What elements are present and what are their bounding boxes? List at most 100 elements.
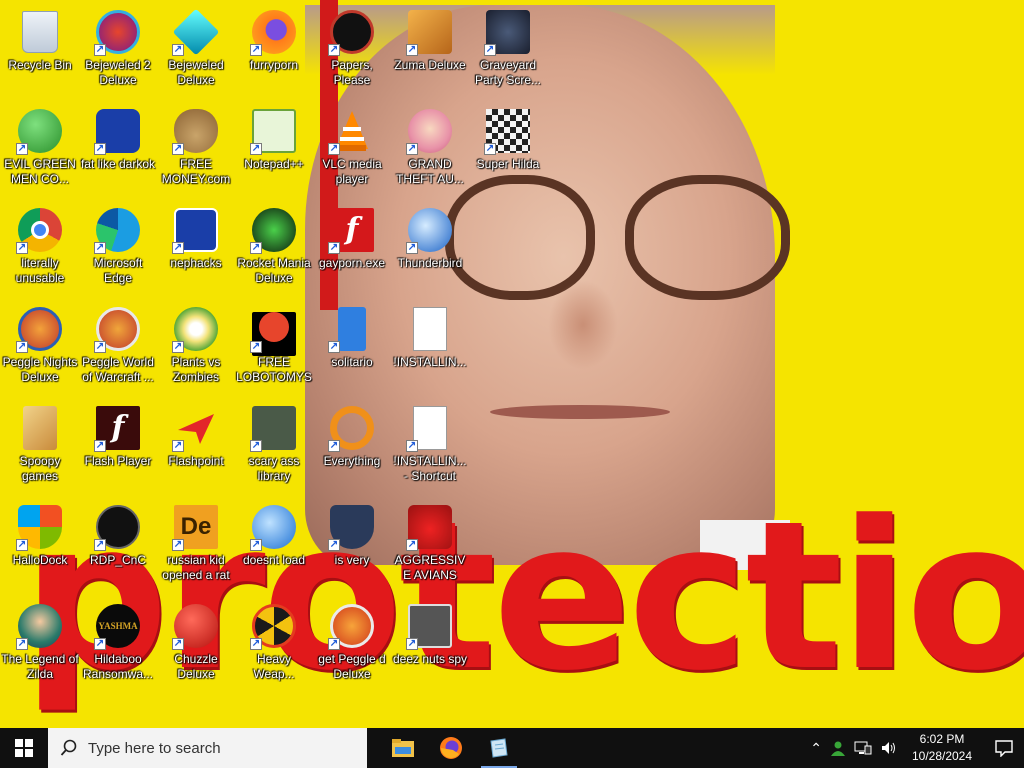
taskbar-firefox[interactable]: [427, 728, 475, 768]
desktop-icon-label: Bejeweled Deluxe: [168, 58, 224, 87]
chevron-up-icon[interactable]: ⌃: [810, 740, 822, 757]
desktop-icon-label: Flashpoint: [168, 454, 224, 468]
desktop-icon-vlc[interactable]: ↗ VLC media player: [313, 103, 391, 195]
taskbar-clock[interactable]: 6:02 PM 10/28/2024: [906, 731, 978, 765]
shortcut-arrow-icon: ↗: [250, 638, 262, 650]
desktop-icon-money-bag[interactable]: ↗ FREE MONEY.com: [157, 103, 235, 195]
desktop-icon-text-file-shortcut[interactable]: ↗ !INSTALLIN... - Shortcut: [391, 400, 469, 492]
desktop-icon-gta[interactable]: ↗ GRAND THEFT AU...: [391, 103, 469, 195]
desktop-icon-flash-red[interactable]: f ↗ gayporn.exe: [313, 202, 391, 294]
shortcut-arrow-icon: ↗: [484, 44, 496, 56]
angry-birds-icon: ↗: [406, 503, 454, 551]
shortcut-arrow-icon: ↗: [484, 143, 496, 155]
volume-icon[interactable]: [880, 740, 898, 756]
hallodock-icon: ↗: [16, 503, 64, 551]
super-hilda-icon: ↗: [484, 107, 532, 155]
notification-center-icon[interactable]: [994, 739, 1014, 757]
desktop-icon-legend-of-zilda[interactable]: ↗ The Legend of Zilda: [1, 598, 79, 690]
desktop-icon-rat[interactable]: De ↗ russian kid opened a rat: [157, 499, 235, 591]
flash-player-icon: f ↗: [94, 404, 142, 452]
desktop-icon-radiation[interactable]: ↗ Heavy Weap...: [235, 598, 313, 690]
notepad-plus-icon: ↗: [250, 107, 298, 155]
desktop-icon-thunderbird-2[interactable]: ↗ Thunderbird: [391, 202, 469, 294]
desktop-icon-everything[interactable]: ↗ Everything: [313, 400, 391, 492]
taskbar-search-box[interactable]: Type here to search: [48, 728, 367, 768]
desktop-icon-chrome[interactable]: ↗ literally unusable: [1, 202, 79, 294]
shortcut-arrow-icon: ↗: [250, 341, 262, 353]
desktop-icon-label: Spoopy games: [19, 454, 61, 483]
desktop-icon-angry-birds[interactable]: ↗ AGGRESSIVE AVIANS: [391, 499, 469, 591]
desktop-icon-label: HalloDock: [12, 553, 68, 567]
desktop-icon-rdp-cnc[interactable]: ↗ RDP_CnC: [79, 499, 157, 591]
desktop-icon-flash-player[interactable]: f ↗ Flash Player: [79, 400, 157, 492]
bejeweled-deluxe-icon: ↗: [172, 8, 220, 56]
desktop-icon-solitario[interactable]: ↗ solitario: [313, 301, 391, 393]
desktop-icon-fat-like-darkok[interactable]: ↗ fat like darkok: [79, 103, 157, 195]
desktop-icon-bejeweled-deluxe[interactable]: ↗ Bejeweled Deluxe: [157, 4, 235, 96]
desktop-icon-text-file[interactable]: !INSTALLIN...: [391, 301, 469, 393]
library-icon: ↗: [250, 404, 298, 452]
desktop-icon-label: is very: [334, 553, 370, 567]
desktop-icon-nephacks[interactable]: ↗ nephacks: [157, 202, 235, 294]
shortcut-arrow-icon: ↗: [328, 44, 340, 56]
desktop-icon-edge[interactable]: ↗ Microsoft Edge: [79, 202, 157, 294]
shortcut-arrow-icon: ↗: [94, 638, 106, 650]
desktop-icon-graveyard-party[interactable]: ↗ Graveyard Party Scre...: [469, 4, 547, 96]
shortcut-arrow-icon: ↗: [328, 539, 340, 551]
peggle-deluxe-icon: ↗: [328, 602, 376, 650]
desktop-icon-zuma[interactable]: ↗ Zuma Deluxe: [391, 4, 469, 96]
desktop-icon-flashpoint[interactable]: ↗ Flashpoint: [157, 400, 235, 492]
shortcut-arrow-icon: ↗: [172, 242, 184, 254]
desktop-icon-peggle-wow[interactable]: ↗ Peggle World of Warcraft ...: [79, 301, 157, 393]
shortcut-arrow-icon: ↗: [328, 341, 340, 353]
desktop-icon-peggle-deluxe[interactable]: ↗ get Peggle d Deluxe: [313, 598, 391, 690]
desktop-icon-peggle-nights[interactable]: ↗ Peggle Nights Deluxe: [1, 301, 79, 393]
taskbar-notepad[interactable]: [475, 728, 523, 768]
network-icon[interactable]: [854, 740, 872, 756]
firefox-desktop-icon: ↗: [250, 8, 298, 56]
start-button[interactable]: [0, 728, 48, 768]
desktop-icon-super-hilda[interactable]: ↗ Super Hilda: [469, 103, 547, 195]
file-explorer-icon: [392, 739, 414, 757]
clock-date: 10/28/2024: [911, 749, 973, 763]
desktop-icon-hildaboo[interactable]: YASHMA ↗ Hildaboo Ransomwa...: [79, 598, 157, 690]
desktop-icon-label: Notepad++: [244, 157, 304, 171]
desktop-icon-notepad-plus[interactable]: ↗ Notepad++: [235, 103, 313, 195]
desktop-icon-bejeweled-2[interactable]: ↗ Bejeweled 2 Deluxe: [79, 4, 157, 96]
text-file-shortcut-icon: ↗: [406, 404, 454, 452]
desktop-icon-label: The Legend of Zilda: [1, 652, 79, 681]
fat-like-darkok-icon: ↗: [94, 107, 142, 155]
shortcut-arrow-icon: ↗: [250, 242, 262, 254]
flash-red-icon: f ↗: [328, 206, 376, 254]
desktop-icon-is-very[interactable]: ↗ is very: [313, 499, 391, 591]
clock-time: 6:02 PM: [919, 732, 965, 746]
chrome-icon: ↗: [16, 206, 64, 254]
gta-icon: ↗: [406, 107, 454, 155]
user-tray-icon[interactable]: [830, 740, 846, 756]
shortcut-arrow-icon: ↗: [406, 44, 418, 56]
wallpaper-nose: [548, 280, 618, 370]
desktop-icon-library[interactable]: ↗ scary ass library: [235, 400, 313, 492]
desktop-icon-label: Everything: [323, 454, 381, 468]
desktop-icon-folder[interactable]: Spoopy games: [1, 400, 79, 492]
plants-vs-zombies-icon: ↗: [172, 305, 220, 353]
desktop-icon-label: Papers, Please: [331, 58, 373, 87]
desktop-icon-label: VLC media player: [322, 157, 382, 186]
firefox-icon: [440, 737, 462, 759]
desktop-icon-deez-nuts-spy[interactable]: ↗ deez nuts spy: [391, 598, 469, 690]
desktop-icon-lobotomy[interactable]: ↗ FREE LOBOTOMYS: [235, 301, 313, 393]
desktop-icon-chuzzle[interactable]: ↗ Chuzzle Deluxe: [157, 598, 235, 690]
desktop-icon-label: gayporn.exe: [318, 256, 386, 270]
desktop-icon-label: literally unusable: [15, 256, 65, 285]
desktop-icon-recycle-bin[interactable]: Recycle Bin: [1, 4, 79, 96]
desktop-icon-thunderbird[interactable]: ↗ doesnt load: [235, 499, 313, 591]
desktop-icon-plants-vs-zombies[interactable]: ↗ Plants vs Zombies: [157, 301, 235, 393]
taskbar-file-explorer[interactable]: [379, 728, 427, 768]
desktop-icon-label: RDP_CnC: [89, 553, 146, 567]
desktop-icon-hallodock[interactable]: ↗ HalloDock: [1, 499, 79, 591]
desktop-icon-firefox-desktop[interactable]: ↗ furryporn: [235, 4, 313, 96]
desktop-icon-rocket-mania[interactable]: ↗ Rocket Mania Deluxe: [235, 202, 313, 294]
shortcut-arrow-icon: ↗: [172, 440, 184, 452]
desktop-icon-evil-green-men[interactable]: ↗ EVIL GREEN MEN CO...: [1, 103, 79, 195]
desktop-icon-papers-please[interactable]: ↗ Papers, Please: [313, 4, 391, 96]
